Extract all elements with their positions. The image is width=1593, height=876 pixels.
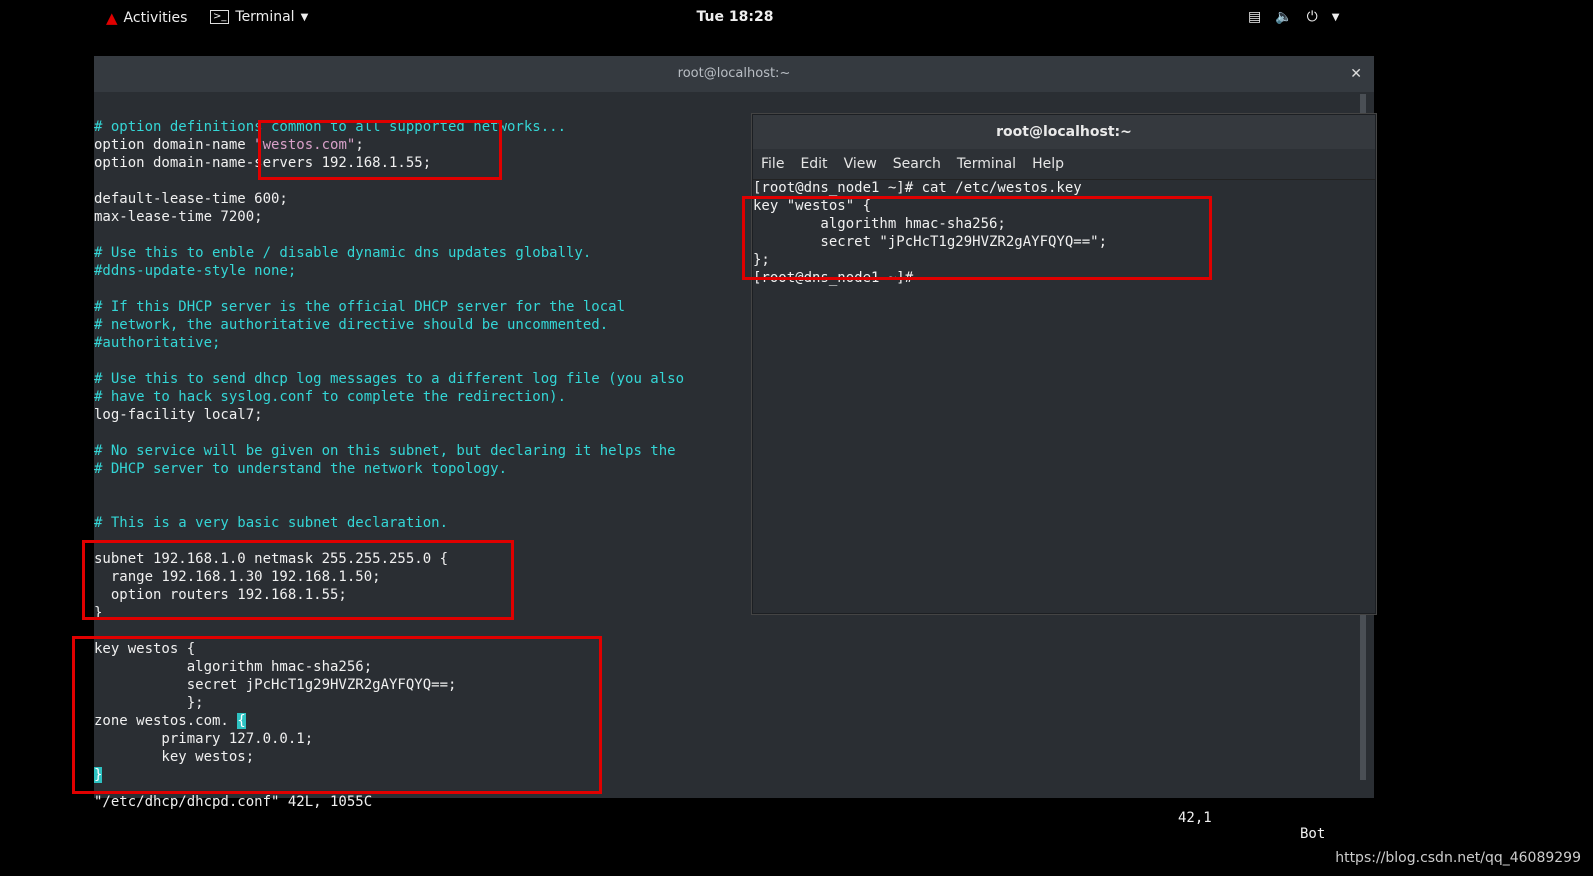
terminal-line: # Use this to send dhcp log messages to … (94, 371, 685, 387)
terminal-line: secret jPcHcT1g29HVZR2gAYFQYQ==; (94, 677, 457, 693)
text-cursor: { (237, 713, 246, 729)
terminal-line: # Use this to enble / disable dynamic dn… (94, 245, 592, 261)
line-segment: ; (355, 137, 364, 153)
terminal-line: }; (753, 252, 770, 268)
window-title: root@localhost:~ (677, 66, 791, 81)
terminal-line: zone westos.com. { (94, 712, 246, 730)
terminal-line: option domain-name "westos.com"; (94, 136, 364, 154)
terminal-line: # DHCP server to understand the network … (94, 461, 508, 477)
terminal-line: #authoritative; (94, 335, 221, 351)
terminal-line: # option definitions common to all suppo… (94, 119, 567, 135)
terminal-line: secret "jPcHcT1g29HVZR2gAYFQYQ=="; (753, 234, 1108, 250)
terminal-line: #ddns-update-style none; (94, 263, 297, 279)
terminal-line: # No service will be given on this subne… (94, 443, 676, 459)
terminal-line: subnet 192.168.1.0 netmask 255.255.255.0… (94, 551, 449, 567)
terminal-line: [root@dns_node1 ~]# cat /etc/westos.key (753, 180, 1082, 196)
vim-status-line: "/etc/dhcp/dhcpd.conf" 42L, 1055C 42,1 B… (0, 778, 1350, 842)
terminal-line: option routers 192.168.1.55; (94, 587, 347, 603)
menu-search[interactable]: Search (885, 149, 949, 179)
line-segment: option domain-name (94, 137, 255, 153)
terminal-line: primary 127.0.0.1; (94, 731, 314, 747)
network-icon: ▤ (1248, 9, 1262, 25)
terminal-line: option domain-name-servers 192.168.1.55; (94, 155, 432, 171)
terminal-line: # This is a very basic subnet declaratio… (94, 515, 449, 531)
terminal-line: log-facility local7; (94, 407, 263, 423)
terminal-line: default-lease-time 600; (94, 191, 288, 207)
top-bar: ▲ Activities >_ Terminal ▼ Tue 18:28 ▤ 🔈… (0, 0, 1593, 34)
menu-help[interactable]: Help (1024, 149, 1072, 179)
terminal-line: max-lease-time 7200; (94, 209, 263, 225)
terminal-line: algorithm hmac-sha256; (94, 659, 373, 675)
power-icon: ⏻ (1306, 9, 1318, 25)
chevron-down-icon: ▼ (1331, 11, 1340, 23)
volume-icon: 🔈 (1275, 9, 1293, 25)
menu-bar: File Edit View Search Terminal Help (753, 149, 1375, 180)
secondary-window-title: root@localhost:~ (996, 124, 1132, 140)
terminal-line: [root@dns_node1 ~]# (753, 270, 914, 286)
terminal-line: }; (94, 695, 204, 711)
watermark: https://blog.csdn.net/qq_46089299 (1335, 850, 1581, 866)
terminal-line: # have to hack syslog.conf to complete t… (94, 389, 567, 405)
line-segment: zone westos.com. (94, 713, 238, 729)
terminal-line: key westos; (94, 749, 255, 765)
window-titlebar[interactable]: root@localhost:~ ✕ (94, 56, 1374, 92)
terminal-line: key westos { (94, 641, 196, 657)
status-cursor-position: 42,1 (1178, 810, 1212, 826)
line-segment: "westos.com" (254, 137, 356, 153)
system-tray[interactable]: ▤ 🔈 ⏻ ▼ (1248, 9, 1339, 25)
menu-terminal[interactable]: Terminal (949, 149, 1024, 179)
menu-file[interactable]: File (753, 149, 792, 179)
terminal-line: } (94, 605, 103, 621)
status-scroll-position: Bot (1300, 826, 1326, 842)
close-icon[interactable]: ✕ (1350, 56, 1362, 92)
status-file-info: "/etc/dhcp/dhcpd.conf" 42L, 1055C (94, 794, 373, 810)
terminal-line: algorithm hmac-sha256; (753, 216, 1006, 232)
secondary-terminal-content[interactable]: [root@dns_node1 ~]# cat /etc/westos.key k… (753, 179, 1375, 613)
terminal-line: range 192.168.1.30 192.168.1.50; (94, 569, 381, 585)
menu-edit[interactable]: Edit (792, 149, 835, 179)
terminal-line: # network, the authoritative directive s… (94, 317, 609, 333)
terminal-line: key "westos" { (753, 198, 872, 214)
secondary-titlebar[interactable]: root@localhost:~ (753, 115, 1375, 149)
terminal-line: # If this DHCP server is the official DH… (94, 299, 626, 315)
secondary-terminal-window: root@localhost:~ File Edit View Search T… (752, 114, 1376, 614)
menu-view[interactable]: View (836, 149, 885, 179)
